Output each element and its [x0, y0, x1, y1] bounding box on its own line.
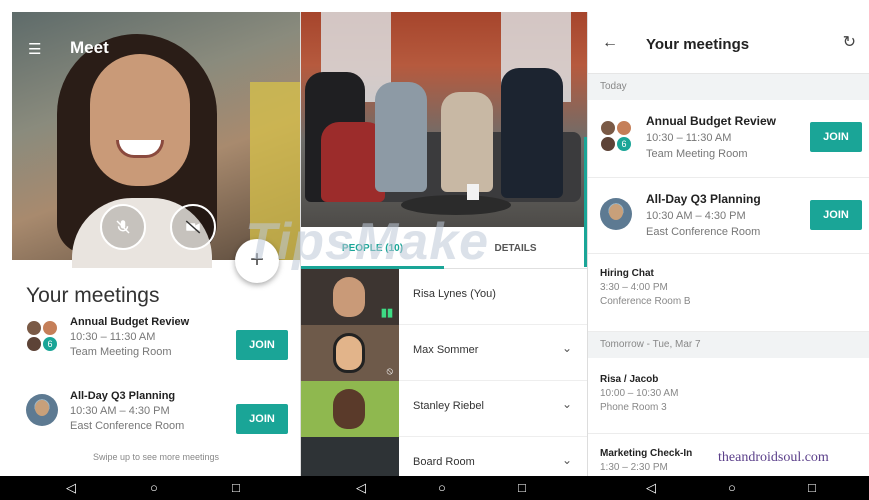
participant-name: Stanley Riebel [413, 400, 484, 412]
meeting-time: 10:30 AM – 4:30 PM [70, 405, 170, 417]
participant-thumbnail: ▮▮ [301, 437, 399, 476]
meeting-time: 10:30 – 11:30 AM [70, 331, 156, 343]
meeting-room: Phone Room 3 [600, 402, 667, 413]
participant-thumbnail: ⦸ [301, 325, 399, 381]
app-bar: ← Your meetings ↻ [588, 12, 869, 74]
meeting-time: 10:00 – 10:30 AM [600, 388, 679, 399]
group-avatars: 6 [26, 320, 60, 354]
participant-name: Max Sommer [413, 344, 479, 356]
camera-off-icon [185, 220, 201, 234]
meeting-room: Team Meeting Room [646, 148, 748, 160]
chevron-down-icon[interactable]: ⌄ [562, 341, 572, 355]
participant-row[interactable]: ⦸ Max Sommer ⌄ [301, 325, 587, 381]
android-nav-bar: ◁ ○ □ ◁ ○ □ ◁ ○ □ [0, 476, 869, 500]
room-video-feed [301, 12, 587, 227]
recents-nav-icon[interactable]: □ [808, 480, 816, 496]
join-button[interactable]: JOIN [810, 122, 862, 152]
mic-off-button[interactable] [100, 204, 146, 250]
meeting-item[interactable]: 6 Annual Budget Review 10:30 – 11:30 AM … [588, 100, 869, 178]
chevron-down-icon[interactable]: ⌄ [562, 453, 572, 467]
meeting-title: All-Day Q3 Planning [70, 390, 176, 402]
recents-nav-icon[interactable]: □ [232, 480, 240, 496]
menu-icon[interactable]: ☰ [28, 42, 41, 57]
back-nav-icon[interactable]: ◁ [356, 480, 366, 496]
meeting-item[interactable]: All-Day Q3 Planning 10:30 AM – 4:30 PM E… [12, 390, 300, 450]
meeting-title: Hiring Chat [600, 268, 654, 279]
arrow-back-icon[interactable]: ← [602, 34, 618, 52]
app-title: Meet [70, 38, 109, 57]
meeting-time: 1:30 – 2:30 PM [600, 462, 668, 473]
watermark-site: theandroidsoul.com [718, 450, 829, 465]
meeting-item[interactable]: 6 Annual Budget Review 10:30 – 11:30 AM … [12, 316, 300, 376]
swipe-hint: Swipe up to see more meetings [92, 452, 220, 462]
avatar [26, 394, 58, 426]
meetings-heading: Your meetings [26, 284, 160, 307]
meeting-room: Conference Room B [600, 296, 691, 307]
participant-row[interactable]: Stanley Riebel ⌄ [301, 381, 587, 437]
recents-nav-icon[interactable]: □ [518, 480, 526, 496]
participant-thumbnail: ▮▮ [301, 269, 399, 325]
participant-thumbnail [301, 381, 399, 437]
participant-name: Board Room [413, 456, 475, 468]
group-avatars: 6 [600, 120, 634, 154]
meeting-title: Annual Budget Review [646, 114, 777, 128]
back-nav-icon[interactable]: ◁ [66, 480, 76, 496]
section-header-tomorrow: Tomorrow - Tue, Mar 7 [588, 332, 869, 358]
refresh-icon[interactable]: ↻ [843, 32, 856, 52]
participant-name: Risa Lynes (You) [413, 288, 496, 300]
meeting-title: Annual Budget Review [70, 316, 190, 328]
section-header-today: Today [588, 74, 869, 100]
back-nav-icon[interactable]: ◁ [646, 480, 656, 496]
participant-face [90, 54, 190, 186]
home-nav-icon[interactable]: ○ [150, 480, 158, 496]
participant-row[interactable]: ▮▮ Board Room ⌄ [301, 437, 587, 476]
join-button[interactable]: JOIN [236, 404, 288, 434]
meeting-room: East Conference Room [646, 226, 761, 238]
meeting-title: Marketing Check-In [600, 448, 693, 459]
join-button[interactable]: JOIN [810, 200, 862, 230]
mic-off-icon: ⦸ [386, 366, 393, 377]
join-button[interactable]: JOIN [236, 330, 288, 360]
page-title: Your meetings [646, 36, 750, 53]
meeting-title: Risa / Jacob [600, 374, 659, 385]
meeting-room: Team Meeting Room [70, 346, 172, 358]
participant-row[interactable]: ▮▮ Risa Lynes (You) [301, 269, 587, 325]
speaking-icon: ▮▮ [380, 307, 393, 319]
home-nav-icon[interactable]: ○ [728, 480, 736, 496]
meeting-time: 10:30 AM – 4:30 PM [646, 210, 746, 222]
meeting-title: All-Day Q3 Planning [646, 192, 761, 206]
meeting-time: 10:30 – 11:30 AM [646, 132, 732, 144]
avatar [600, 198, 632, 230]
chevron-down-icon[interactable]: ⌄ [562, 397, 572, 411]
watermark-overlay: TipsMake [245, 213, 490, 271]
meeting-time: 3:30 – 4:00 PM [600, 282, 668, 293]
meeting-room: East Conference Room [70, 420, 185, 432]
meetings-list-screen: ← Your meetings ↻ Today 6 Annual Budget … [587, 12, 869, 476]
camera-off-button[interactable] [170, 204, 216, 250]
meeting-item[interactable]: Hiring Chat 3:30 – 4:00 PM Conference Ro… [588, 254, 869, 332]
meeting-item[interactable]: Risa / Jacob 10:00 – 10:30 AM Phone Room… [588, 358, 869, 434]
home-nav-icon[interactable]: ○ [438, 480, 446, 496]
mic-off-icon [116, 220, 130, 234]
meeting-item[interactable]: All-Day Q3 Planning 10:30 AM – 4:30 PM E… [588, 178, 869, 254]
